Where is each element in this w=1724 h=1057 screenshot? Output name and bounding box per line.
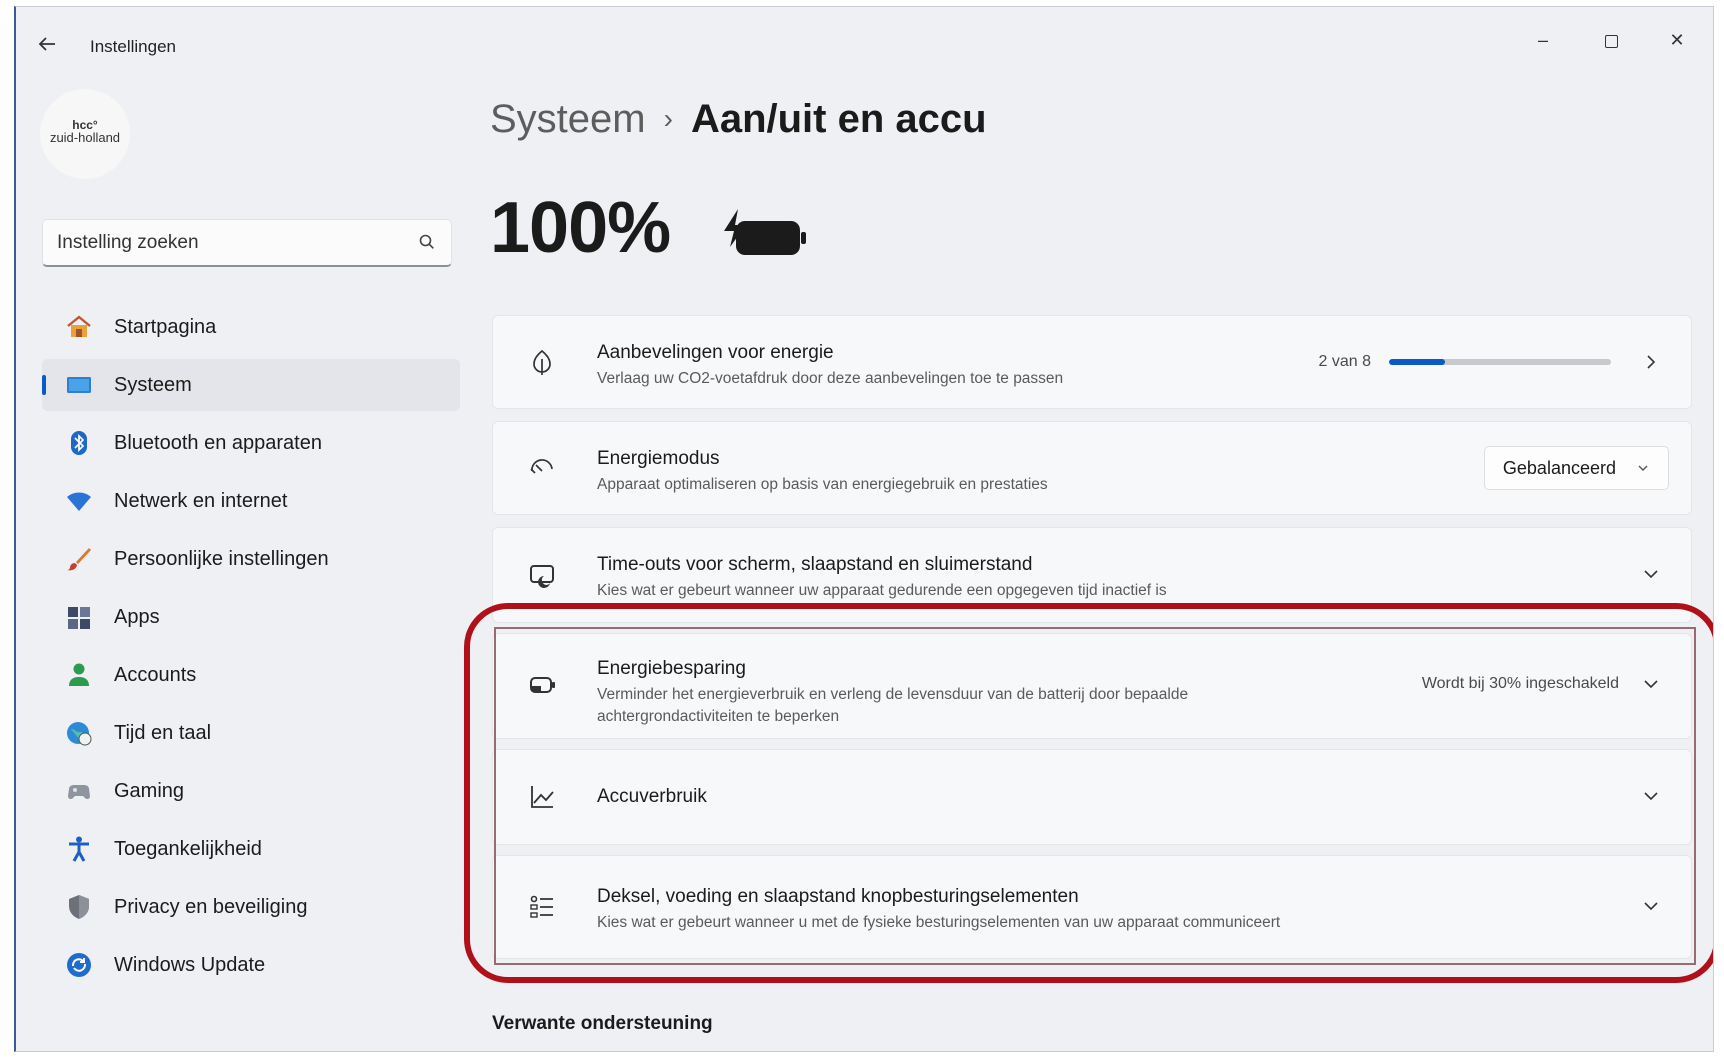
energy-saver-status: Wordt bij 30% ingeschakeld: [1421, 675, 1619, 692]
wifi-icon: [64, 486, 94, 516]
sidebar-item-label: Netwerk en internet: [114, 489, 288, 512]
chevron-down-icon[interactable]: [1641, 896, 1661, 916]
arrow-left-icon: [38, 37, 55, 51]
accessibility-icon: [64, 834, 94, 864]
accounts-icon: [64, 660, 94, 690]
card-subtitle: Kies wat er gebeurt wanneer u met de fys…: [597, 914, 1281, 931]
globe-clock-icon: [64, 718, 94, 748]
list-settings-icon: [527, 892, 557, 922]
related-support-heading: Verwante ondersteuning: [492, 1013, 713, 1034]
app-title: Instellingen: [90, 37, 177, 56]
battery-saver-icon: [527, 670, 557, 700]
search-icon[interactable]: [417, 232, 437, 252]
home-icon: [64, 312, 94, 342]
sidebar-item-toegankelijkheid[interactable]: Toegankelijkheid: [42, 823, 460, 875]
power-mode-dropdown[interactable]: Gebalanceerd: [1483, 446, 1669, 490]
sidebar-item-netwerk[interactable]: Netwerk en internet: [42, 475, 460, 527]
card-right: Gebalanceerd: [1483, 446, 1669, 490]
avatar-logo-line2: zuid-holland: [49, 130, 121, 145]
settings-search[interactable]: [42, 219, 452, 267]
battery-percentage: 100%: [490, 188, 671, 268]
card-right: [1641, 896, 1661, 916]
recommendations-progress-fill: [1389, 359, 1445, 365]
card-title: Energiebesparing: [597, 658, 746, 679]
close-button[interactable]: ✕: [1652, 23, 1702, 57]
sidebar-item-label: Bluetooth en apparaten: [114, 431, 322, 454]
maximize-button[interactable]: [1586, 23, 1636, 57]
card-title: Time-outs voor scherm, slaapstand en slu…: [597, 554, 1033, 575]
page-title: Aan/uit en accu: [690, 97, 987, 141]
leaf-icon: [527, 348, 557, 378]
breadcrumb: Systeem › Aan/uit en accu: [490, 97, 987, 142]
screen-sleep-icon: [527, 560, 557, 590]
sidebar-item-accounts[interactable]: Accounts: [42, 649, 460, 701]
sidebar-item-apps[interactable]: Apps: [42, 591, 460, 643]
sidebar-item-label: Startpagina: [114, 315, 217, 338]
back-button[interactable]: [36, 33, 60, 57]
sidebar-item-label: Tijd en taal: [114, 721, 212, 744]
recommendations-progress-bar: [1389, 359, 1611, 365]
energy-saver-card[interactable]: Energiebesparing Verminder het energieve…: [492, 633, 1692, 739]
minimize-button[interactable]: –: [1518, 23, 1568, 57]
sidebar-item-label: Systeem: [114, 373, 192, 396]
breadcrumb-parent[interactable]: Systeem: [490, 97, 646, 141]
sidebar-item-privacy[interactable]: Privacy en beveiliging: [42, 881, 460, 933]
speedometer-icon: [527, 454, 557, 484]
sidebar-item-label: Windows Update: [114, 953, 266, 976]
sidebar-item-label: Privacy en beveiliging: [114, 895, 308, 918]
sidebar-nav: Startpagina Systeem Bluetooth en apparat…: [42, 301, 460, 997]
card-title: Accuverbruik: [597, 786, 707, 807]
card-subtitle: Kies wat er gebeurt wanneer uw apparaat …: [597, 582, 1167, 599]
chevron-down-icon[interactable]: [1641, 564, 1661, 584]
chevron-down-icon[interactable]: [1641, 786, 1661, 806]
account-avatar[interactable]: hcc° zuid-holland: [40, 89, 130, 179]
card-subtitle: Apparaat optimaliseren op basis van ener…: [597, 476, 1048, 493]
bluetooth-icon: [64, 428, 94, 458]
sidebar-item-label: Toegankelijkheid: [114, 837, 262, 860]
timeouts-card[interactable]: Time-outs voor scherm, slaapstand en slu…: [492, 527, 1692, 623]
gamepad-icon: [64, 776, 94, 806]
recommendations-count: 2 van 8: [1318, 353, 1371, 370]
update-icon: [64, 950, 94, 980]
apps-icon: [64, 602, 94, 632]
battery-charging-icon: [724, 209, 806, 255]
sidebar-item-bluetooth[interactable]: Bluetooth en apparaten: [42, 417, 460, 469]
battery-usage-card[interactable]: Accuverbruik: [492, 749, 1692, 845]
search-input[interactable]: [43, 220, 403, 266]
sidebar-item-label: Accounts: [114, 663, 197, 686]
title-bar: Instellingen – ✕: [16, 7, 1713, 63]
sidebar-item-systeem[interactable]: Systeem: [42, 359, 460, 411]
card-title: Aanbevelingen voor energie: [597, 342, 834, 363]
settings-window: Instellingen – ✕ hcc° zuid-holland Start…: [14, 6, 1714, 1052]
chart-line-icon: [527, 782, 557, 812]
power-mode-selected: Gebalanceerd: [1502, 457, 1616, 478]
card-right: [1641, 564, 1661, 584]
breadcrumb-separator: ›: [663, 103, 673, 134]
brush-icon: [64, 544, 94, 574]
sidebar-item-persoonlijk[interactable]: Persoonlijke instellingen: [42, 533, 460, 585]
shield-icon: [64, 892, 94, 922]
chevron-down-icon: [1638, 465, 1648, 471]
card-subtitle: Verlaag uw CO2-voetafdruk door deze aanb…: [597, 370, 1064, 387]
card-right: Wordt bij 30% ingeschakeld: [1422, 674, 1661, 694]
sidebar-item-label: Gaming: [114, 779, 185, 802]
chevron-right-icon: [1647, 355, 1656, 369]
card-right: [1641, 786, 1661, 806]
maximize-icon: [1604, 34, 1618, 48]
energy-recommendations-card[interactable]: Aanbevelingen voor energie Verlaag uw CO…: [492, 315, 1692, 409]
sidebar-item-tijd[interactable]: Tijd en taal: [42, 707, 460, 759]
sidebar-item-startpagina[interactable]: Startpagina: [42, 301, 460, 353]
card-subtitle: Verminder het energieverbruik en verleng…: [597, 686, 1189, 725]
sidebar-item-label: Persoonlijke instellingen: [114, 547, 329, 570]
sidebar-item-label: Apps: [114, 605, 160, 628]
card-title: Energiemodus: [597, 448, 720, 469]
card-right: 2 van 8: [1319, 352, 1661, 372]
lid-power-buttons-card[interactable]: Deksel, voeding en slaapstand knopbestur…: [492, 855, 1692, 959]
chevron-down-icon[interactable]: [1641, 674, 1661, 694]
sidebar-item-windows-update[interactable]: Windows Update: [42, 939, 460, 991]
sidebar-item-gaming[interactable]: Gaming: [42, 765, 460, 817]
power-mode-card: Energiemodus Apparaat optimaliseren op b…: [492, 421, 1692, 515]
system-icon: [64, 370, 94, 400]
card-title: Deksel, voeding en slaapstand knopbestur…: [597, 886, 1079, 907]
